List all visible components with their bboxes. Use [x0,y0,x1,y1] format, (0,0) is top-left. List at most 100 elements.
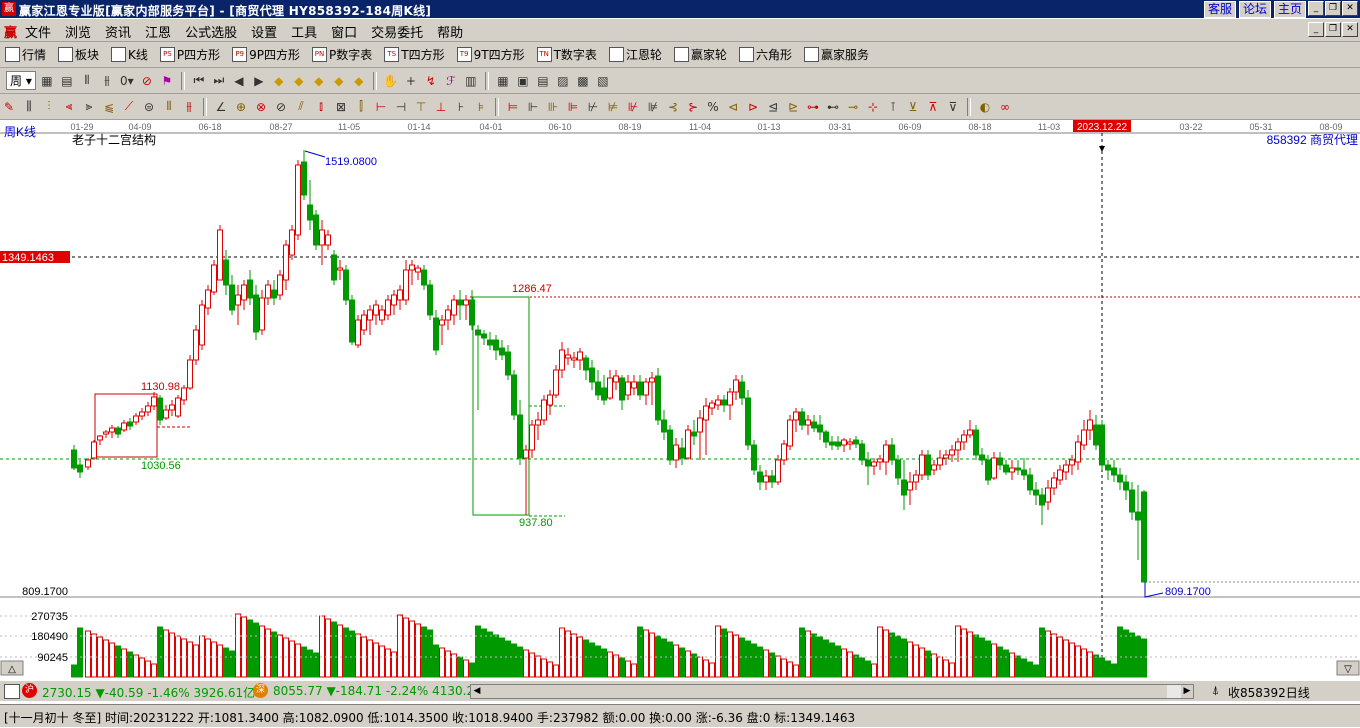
drawing-tool-36-icon[interactable]: ⊲ [724,98,742,116]
drawing-tool-41-icon[interactable]: ⊷ [824,98,842,116]
toolbar-item-hexagon[interactable]: 六角形 [734,46,797,63]
diamond-up-icon[interactable]: ◆ [270,72,288,90]
drawing-tool-26-icon[interactable]: ⊩ [524,98,542,116]
forum-link[interactable]: 论坛 [1238,1,1271,18]
toolbar-item-tn[interactable]: TN T数字表 [532,46,602,63]
drawing-tool-23-icon[interactable]: ⊦ [452,98,470,116]
child-close-icon[interactable]: ✕ [1342,22,1358,37]
toolbar-item-service[interactable]: 赢家服务 [799,46,874,63]
toolbar-item-winner-wheel[interactable]: 赢家轮 [669,46,732,63]
drawing-tool-20-icon[interactable]: ⊣ [392,98,410,116]
menu-browse[interactable]: 浏览 [65,22,91,41]
drawing-tool-44-icon[interactable]: ⊺ [884,98,902,116]
close-icon[interactable]: ✕ [1342,1,1358,16]
drawing-tool-42-icon[interactable]: ⊸ [844,98,862,116]
toolbar-item-pn[interactable]: PN P数字表 [307,46,377,63]
scroll-left-icon[interactable]: ◀ [471,685,483,698]
drawing-tool-5-icon[interactable]: ⫸ [80,98,98,116]
drawing-tool-39-icon[interactable]: ⊵ [784,98,802,116]
zero-icon[interactable]: 0▾ [118,72,136,90]
toolbar-item-gann-wheel[interactable]: 江恩轮 [604,46,667,63]
minimize-icon[interactable]: _ [1308,1,1324,16]
restore-icon[interactable]: ❐ [1325,1,1341,16]
scroll-right-icon[interactable]: ▶ [1181,685,1193,698]
formula-icon[interactable]: ℱ [442,72,460,90]
drawing-tool-13-icon[interactable]: ⊗ [252,98,270,116]
first-icon[interactable]: ⏮ [190,72,208,90]
diamond-left-icon[interactable]: ◆ [310,72,328,90]
last-icon[interactable]: ⏭ [210,72,228,90]
toolbar-item-t9[interactable]: T9 9T四方形 [452,46,530,63]
drawing-tool-48-icon[interactable]: ◐ [976,98,994,116]
drawing-tool-46-icon[interactable]: ⊼ [924,98,942,116]
drawing-tool-8-icon[interactable]: ⊜ [140,98,158,116]
menu-window[interactable]: 窗口 [331,22,357,41]
menu-file[interactable]: 文件 [25,22,51,41]
drawing-tool-28-icon[interactable]: ⊫ [564,98,582,116]
stock-select-icon[interactable]: ▥ [462,72,480,90]
drawing-tool-17-icon[interactable]: ⊠ [332,98,350,116]
homepage-link[interactable]: 主页 [1273,1,1306,18]
flag-icon[interactable]: ⚑ [158,72,176,90]
drawing-tool-2-icon[interactable]: ⫼ [20,98,38,116]
diamond-down-icon[interactable]: ◆ [290,72,308,90]
drawing-tool-40-icon[interactable]: ⊶ [804,98,822,116]
hand-icon[interactable]: ✋ [382,72,400,90]
horizontal-scrollbar[interactable]: ◀ ▶ [470,684,1194,699]
grid-icon[interactable] [4,684,20,699]
calendar-icon[interactable]: ▦ [494,72,512,90]
drawing-tool-37-icon[interactable]: ⊳ [744,98,762,116]
drawing-tool-30-icon[interactable]: ⊭ [604,98,622,116]
drawing-tool-38-icon[interactable]: ⊴ [764,98,782,116]
menu-gann[interactable]: 江恩 [145,22,171,41]
bars-icon[interactable]: ⫴ [78,72,96,90]
menu-settings[interactable]: 设置 [251,22,277,41]
drawing-tool-21-icon[interactable]: ⊤ [412,98,430,116]
drawing-tool-18-icon[interactable]: ⫿ [352,98,370,116]
drawing-tool-33-icon[interactable]: ⊰ [664,98,682,116]
next-icon[interactable]: ▶ [250,72,268,90]
drawing-tool-9-icon[interactable]: ⫴ [160,98,178,116]
drawing-tool-31-icon[interactable]: ⊮ [624,98,642,116]
drawing-tool-49-icon[interactable]: ∞ [996,98,1014,116]
drawing-tool-27-icon[interactable]: ⊪ [544,98,562,116]
drawing-tool-19-icon[interactable]: ⊢ [372,98,390,116]
indicator-icon[interactable]: ▦ [38,72,56,90]
toolbar-item-grid[interactable]: 行情 [0,46,51,63]
drawing-tool-25-icon[interactable]: ⊨ [504,98,522,116]
diamond-right-icon[interactable]: ◆ [330,72,348,90]
crosshair-icon[interactable]: + [402,72,420,90]
drawing-tool-47-icon[interactable]: ⊽ [944,98,962,116]
menu-news[interactable]: 资讯 [105,22,131,41]
child-restore-icon[interactable]: ❐ [1325,22,1341,37]
toolbar-item-blocks[interactable]: 板块 [53,46,104,63]
toolbar-item-candles[interactable]: K线 [106,46,153,63]
drawing-tool-15-icon[interactable]: ⫽ [292,98,310,116]
prev-icon[interactable]: ◀ [230,72,248,90]
toolbar-item-p9[interactable]: P9 9P四方形 [227,46,305,63]
drawing-tool-24-icon[interactable]: ⊧ [472,98,490,116]
truck-icon[interactable]: ▧ [594,72,612,90]
drawing-tool-11-icon[interactable]: ∠ [212,98,230,116]
menu-trade[interactable]: 交易委托 [371,22,423,41]
document-icon[interactable]: ▤ [58,72,76,90]
toolbar-item-ps[interactable]: PS P四方形 [155,46,225,63]
menu-formula-screening[interactable]: 公式选股 [185,22,237,41]
drawing-tool-6-icon[interactable]: ⫹ [100,98,118,116]
drawing-tool-34-icon[interactable]: ⊱ [684,98,702,116]
save-icon[interactable]: ▨ [554,72,572,90]
menu-tools[interactable]: 工具 [291,22,317,41]
drawing-tool-29-icon[interactable]: ⊬ [584,98,602,116]
network-icon[interactable]: ▩ [574,72,592,90]
diamond-center-icon[interactable]: ◆ [350,72,368,90]
child-minimize-icon[interactable]: _ [1308,22,1324,37]
customer-service-link[interactable]: 客服 [1203,1,1236,18]
scrollbar-thumb[interactable] [483,685,1167,698]
drawing-tool-4-icon[interactable]: ⫷ [60,98,78,116]
drawing-tool-7-icon[interactable]: ⟋ [120,98,138,116]
kline-chart[interactable]: 01-29 04-09 06-18 08-27 11-05 01-14 04-01 06-10… [0,120,1360,678]
drawing-tool-14-icon[interactable]: ⊘ [272,98,290,116]
drawing-tool-1-icon[interactable]: ✎ [0,98,18,116]
no-entry-icon[interactable]: ⊘ [138,72,156,90]
toolbar-item-ts[interactable]: TS T四方形 [379,46,449,63]
